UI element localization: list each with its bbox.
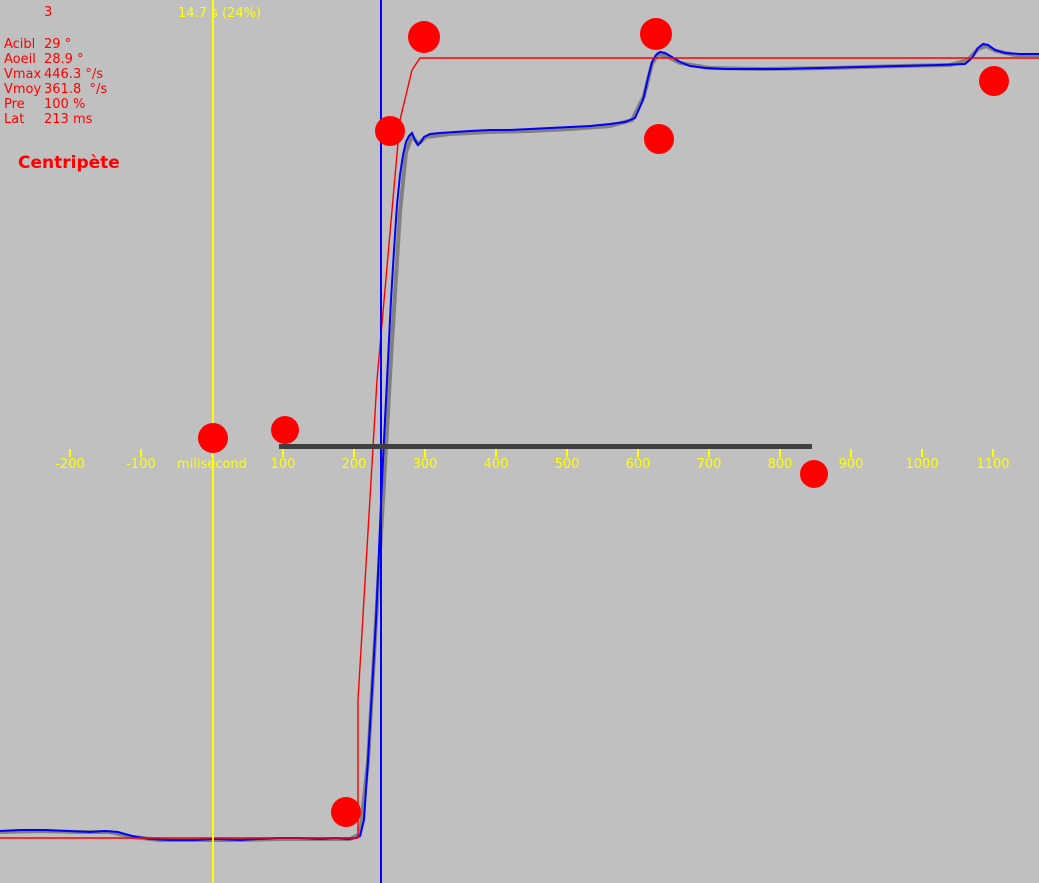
stat-value-aoeil: 28.9 ° [44, 52, 84, 67]
trial-number-label: 3 [44, 5, 53, 20]
marker-axis-zero[interactable] [198, 423, 228, 453]
axis-tick [708, 449, 710, 457]
axis-tick [779, 449, 781, 457]
axis-tick [566, 449, 568, 457]
page-title: Centripète [18, 153, 120, 173]
table-row: Acibl 29 ° [4, 37, 107, 52]
axis-tick [495, 449, 497, 457]
table-row: Pre 100 % [4, 97, 107, 112]
axis-tick-label: 100 [270, 457, 296, 472]
stat-label-pre: Pre [4, 97, 25, 112]
measurement-stats-table: Acibl 29 ° Aoeil 28.9 ° Vmax 446.3 °/s V… [4, 37, 107, 127]
axis-tick-label: -100 [126, 457, 156, 472]
axis-tick-label: 1100 [976, 457, 1010, 472]
stat-label-vmax: Vmax [4, 67, 42, 82]
saccade-trace-plot [0, 42, 1039, 842]
stat-value-acibl: 29 ° [44, 37, 72, 52]
axis-tick [140, 449, 142, 457]
stat-value-vmax: 446.3 °/s [44, 67, 104, 82]
table-row: Lat 213 ms [4, 112, 107, 127]
table-row: Vmax 446.3 °/s [4, 67, 107, 82]
marker-plateau-end[interactable] [644, 124, 674, 154]
marker-final-plateau[interactable] [979, 66, 1009, 96]
stat-value-pre: 100 % [44, 97, 86, 112]
axis-tick-label: milisecond [177, 457, 247, 472]
axis-tick-label: 600 [625, 457, 651, 472]
marker-axis-830[interactable] [800, 460, 828, 488]
axis-tick [992, 449, 994, 457]
axis-tick-label: 700 [696, 457, 722, 472]
table-row: Vmoy 361.8 °/s [4, 82, 107, 97]
axis-tick-label: 300 [412, 457, 438, 472]
time-position-readout: 14.7 s (24%) [178, 6, 262, 21]
marker-baseline-offset[interactable] [331, 797, 361, 827]
stat-label-acibl: Acibl [4, 37, 36, 52]
axis-tick [353, 449, 355, 457]
stat-value-lat: 213 ms [44, 112, 93, 127]
eye-tracking-trace-viewer: -200 -100 milisecond 100 200 300 400 500 600 700 8… [0, 0, 1039, 883]
marker-plateau-start[interactable] [375, 116, 405, 146]
stat-label-vmoy: Vmoy [4, 82, 42, 97]
axis-tick-label: 500 [554, 457, 580, 472]
axis-tick [69, 449, 71, 457]
stat-label-aoeil: Aoeil [4, 52, 36, 67]
marker-target-step-top[interactable] [408, 21, 440, 53]
axis-tick [282, 449, 284, 457]
axis-tick [850, 449, 852, 457]
trace-smoothed-group [0, 43, 1039, 842]
axis-tick [637, 449, 639, 457]
stat-label-lat: Lat [4, 112, 25, 127]
stat-value-vmoy: 361.8 °/s [44, 82, 108, 97]
axis-tick [424, 449, 426, 457]
eye-position-trace [0, 42, 1039, 842]
marker-overshoot-peak[interactable] [640, 18, 672, 50]
marker-axis-100[interactable] [271, 416, 299, 444]
axis-tick-label: 1000 [905, 457, 939, 472]
axis-tick-label: 900 [838, 457, 864, 472]
axis-tick-label: 800 [767, 457, 793, 472]
axis-range-bar[interactable] [279, 444, 812, 449]
axis-tick-label: 200 [341, 457, 367, 472]
table-row: Aoeil 28.9 ° [4, 52, 107, 67]
eye-position-smoothed-trace [0, 43, 1039, 842]
axis-tick [921, 449, 923, 457]
axis-tick-label: 400 [483, 457, 509, 472]
axis-tick-label: -200 [55, 457, 85, 472]
trace-eye-group [0, 42, 1039, 842]
